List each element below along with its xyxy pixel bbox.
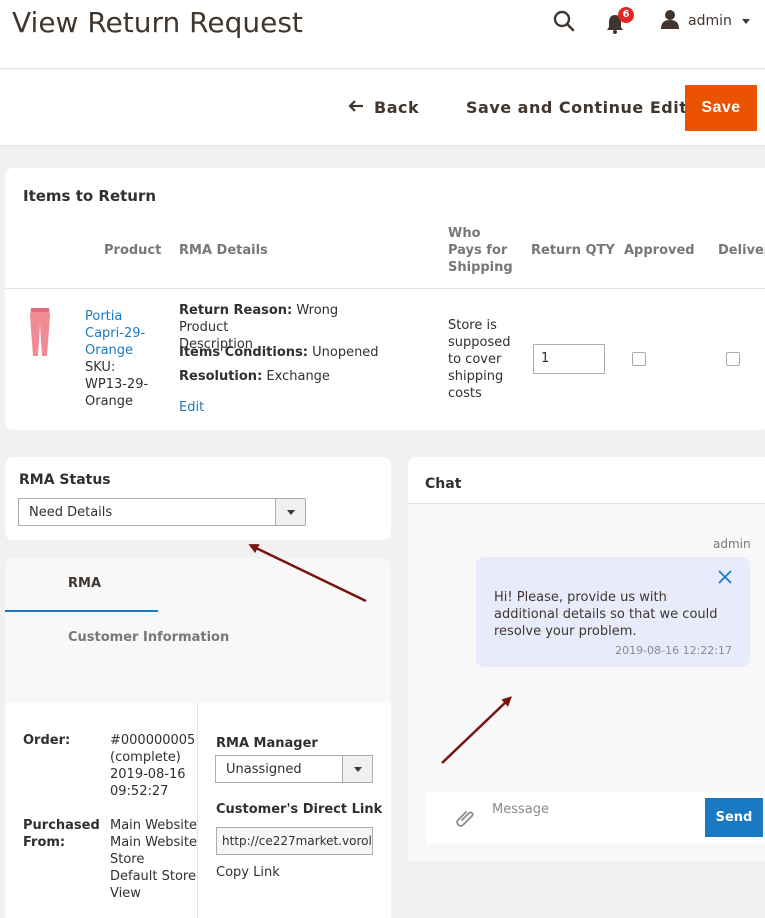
product-name-link[interactable]: Portia Capri-29- Orange [85,308,145,359]
order-state: (complete) [110,750,181,765]
order-time: 09:52:27 [110,784,169,799]
chevron-down-icon [741,18,750,24]
page-title: View Return Request [12,6,303,39]
column-header-rma-details: RMA Details [179,243,268,258]
purchased-from-label: Purchased From: [23,818,100,850]
tab-rma-label: RMA [68,576,102,591]
send-button[interactable]: Send [705,798,763,837]
select-toggle [342,756,372,782]
return-qty-input[interactable]: 1 [533,344,605,374]
paperclip-icon[interactable] [454,806,478,830]
rma-manager-select[interactable]: Unassigned [215,755,373,783]
approved-checkbox[interactable] [632,352,646,366]
rma-status-select[interactable]: Need Details [18,498,306,526]
section-title: Items to Return [23,187,157,205]
page-actions: Back Save and Continue Edit Save [0,70,765,146]
product-thumbnail [30,308,50,356]
user-menu[interactable]: admin [660,9,750,33]
message-author: admin [713,537,751,551]
order-label: Order: [23,733,71,748]
message-text: Hi! Please, provide us with additional d… [494,590,718,639]
close-icon[interactable] [718,569,732,584]
items-to-return-section: Items to Return Product RMA Details Who … [5,168,765,430]
column-header-approved: Approved [624,243,695,258]
back-label: Back [374,98,420,117]
rma-status-value: Need Details [29,505,113,520]
direct-link-input[interactable]: http://ce227market.vorol [216,827,373,855]
direct-link-label: Customer's Direct Link [216,802,383,817]
resolution: Resolution: Exchange [179,369,330,384]
rma-info-panel: Order: #000000005 (complete) 2019-08-16 … [5,703,391,918]
rma-status-title: RMA Status [19,472,111,488]
items-conditions: Items Conditions: Unopened [179,345,379,360]
message-time: 2019-08-16 12:22:17 [615,644,732,657]
chat-compose: Send [426,792,765,844]
save-and-continue-button[interactable]: Save and Continue Edit [466,98,687,117]
column-header-return-qty: Return QTY [531,243,615,258]
rma-manager-label: RMA Manager [216,736,318,751]
chat-message: Hi! Please, provide us with additional d… [476,557,750,667]
order-date: 2019-08-16 [110,767,186,782]
select-toggle [275,499,305,525]
chat-section: Chat admin Hi! Please, provide us with a… [408,457,765,861]
back-arrow-icon [348,98,364,117]
rma-manager-value: Unassigned [226,762,302,777]
chevron-down-icon [287,510,295,515]
delivered-checkbox[interactable] [726,352,740,366]
notifications-badge: 6 [618,7,634,23]
save-button[interactable]: Save [685,85,757,131]
user-icon [660,9,680,33]
shipping-payer: Store is supposed to cover shipping cost… [448,318,511,401]
table-divider [5,288,765,289]
message-input[interactable] [492,794,697,842]
search-icon[interactable] [552,9,576,33]
product-sku: SKU: WP13-29- Orange [85,360,149,409]
column-header-delivered: Delivere [718,243,765,258]
notifications-button[interactable]: 6 [606,7,636,35]
purchased-from-value: Main Website Main Website Store Default … [110,818,197,901]
admin-header: View Return Request 6 admin [0,0,765,69]
edit-link[interactable]: Edit [179,399,204,416]
column-divider [197,703,198,918]
user-name: admin [688,13,732,29]
column-header-product: Product [104,243,162,258]
chat-title: Chat [425,476,462,492]
chevron-down-icon [354,767,362,772]
column-header-who-pays: Who Pays for Shipping [448,226,513,275]
order-number-link[interactable]: #000000005 [110,732,195,749]
tab-customer-information[interactable]: Customer Information [68,630,229,645]
copy-link[interactable]: Copy Link [216,864,280,881]
rma-status-section: RMA Status Need Details [5,457,391,540]
back-button[interactable]: Back [348,98,419,117]
tab-rma[interactable]: RMA [5,558,158,612]
